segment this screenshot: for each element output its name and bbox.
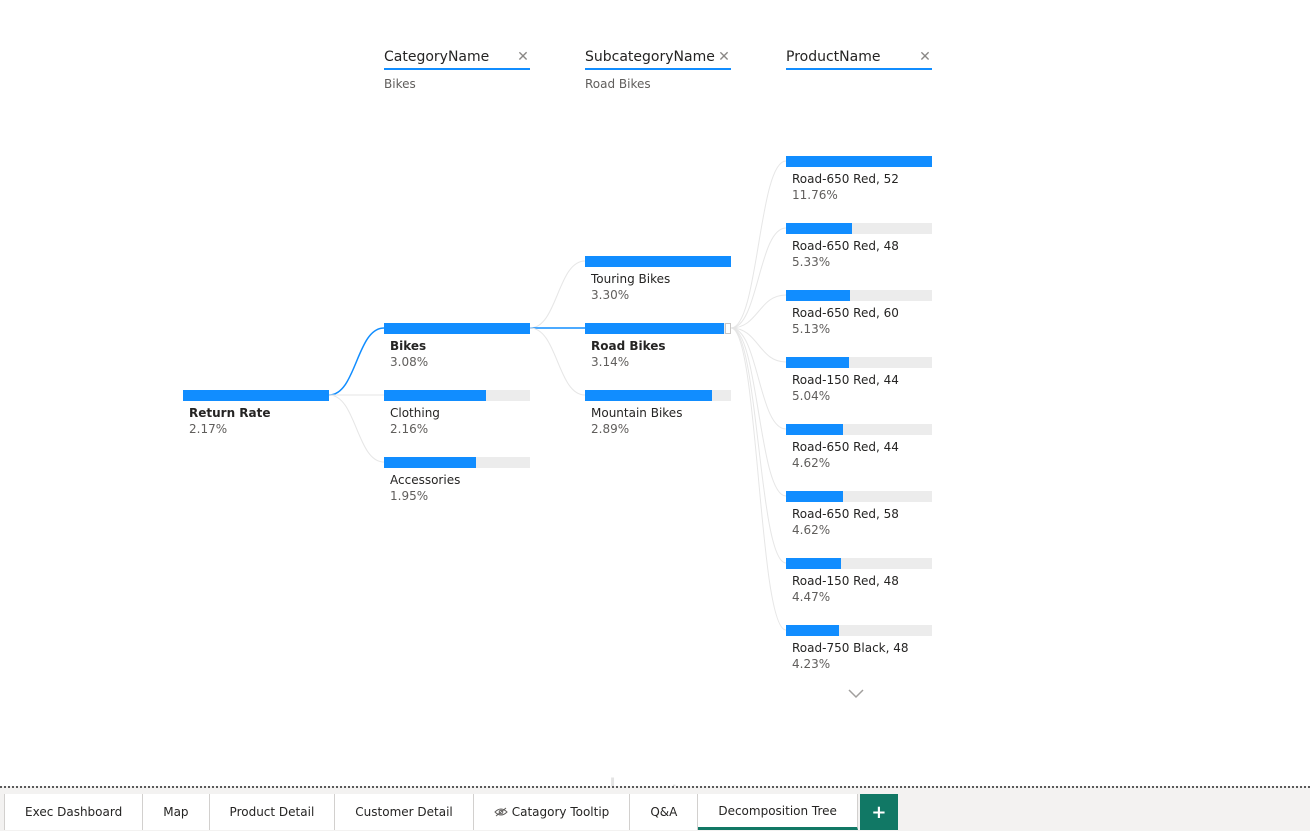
connector — [328, 394, 385, 463]
connector — [730, 327, 787, 564]
bar-fill — [183, 390, 329, 401]
connector — [730, 327, 787, 497]
node-value: 5.13% — [792, 322, 831, 336]
node-value: 4.62% — [792, 523, 831, 537]
node-value: 2.16% — [390, 422, 429, 436]
header-title: SubcategoryName — [585, 49, 715, 65]
node-label: Road-750 Black, 48 — [792, 641, 909, 655]
node-label: Road-650 Red, 52 — [792, 172, 899, 186]
node-value: 5.33% — [792, 255, 831, 269]
bar-fill — [786, 290, 850, 301]
tab-exec-dashboard[interactable]: Exec Dashboard — [4, 794, 144, 830]
header-subcategoryname: SubcategoryName Road Bikes ✕ — [585, 48, 731, 92]
page-tabs: Exec Dashboard Map Product Detail Custom… — [4, 794, 898, 830]
node-label: Road-650 Red, 44 — [792, 440, 899, 454]
tab-map[interactable]: Map — [143, 794, 210, 830]
node-value: 3.14% — [591, 355, 630, 369]
bar-fill — [786, 424, 843, 435]
close-icon[interactable]: ✕ — [918, 50, 932, 64]
bar-fill — [786, 625, 839, 636]
tab-label: Map — [163, 805, 189, 819]
bar-fill — [786, 491, 843, 502]
bar-fill — [384, 457, 476, 468]
node-value: 11.76% — [792, 188, 838, 202]
connector — [730, 327, 787, 363]
close-icon[interactable]: ✕ — [516, 50, 530, 64]
node-label: Road-150 Red, 48 — [792, 574, 899, 588]
node-value: 2.89% — [591, 422, 630, 436]
node-value: 4.47% — [792, 590, 831, 604]
bar-fill — [786, 357, 849, 368]
header-categoryname: CategoryName Bikes ✕ — [384, 48, 530, 92]
header-selected: Bikes — [384, 77, 416, 91]
bar-fill — [384, 390, 486, 401]
add-page-button[interactable]: + — [859, 794, 898, 830]
bar-fill — [786, 223, 852, 234]
header-underline — [585, 68, 731, 70]
node-value: 1.95% — [390, 489, 429, 503]
node-label: Clothing — [390, 406, 440, 420]
header-title: CategoryName — [384, 49, 490, 65]
tab-customer-detail[interactable]: Customer Detail — [335, 794, 474, 830]
node-label: Mountain Bikes — [591, 406, 683, 420]
node-label: Road-650 Red, 48 — [792, 239, 899, 253]
tab-label: Q&A — [650, 805, 678, 819]
node-label: Road-650 Red, 58 — [792, 507, 899, 521]
tab-label: Decomposition Tree — [718, 803, 837, 818]
tab-label: Catagory Tooltip — [511, 805, 610, 819]
bar-fill — [585, 323, 724, 334]
chevron-down-icon[interactable] — [847, 686, 865, 700]
node-label: Return Rate — [189, 406, 271, 420]
expand-handle[interactable] — [725, 323, 731, 334]
node-label: Road Bikes — [591, 339, 666, 353]
tab-catagory-tooltip[interactable]: Catagory Tooltip — [473, 794, 631, 830]
header-title: ProductName — [786, 49, 881, 65]
tab-decomposition-tree[interactable]: Decomposition Tree — [698, 794, 858, 830]
active-connector — [328, 327, 385, 396]
node-label: Road-150 Red, 44 — [792, 373, 899, 387]
decomposition-tree-visual: CategoryName Bikes ✕ SubcategoryName Roa… — [0, 0, 1310, 790]
connector — [730, 160, 787, 329]
header-selected — [786, 76, 932, 92]
node-value: 3.30% — [591, 288, 630, 302]
header-underline — [786, 68, 932, 70]
tab-label: Customer Detail — [355, 805, 453, 819]
connector — [529, 327, 586, 396]
node-value: 4.23% — [792, 657, 831, 671]
node-value: 5.04% — [792, 389, 831, 403]
connector — [730, 327, 787, 631]
header-productname: ProductName ✕ — [786, 48, 932, 92]
header-selected: Road Bikes — [585, 77, 651, 91]
close-icon[interactable]: ✕ — [717, 50, 731, 64]
connector — [730, 327, 787, 430]
hidden-eye-icon — [494, 807, 508, 817]
tab-label: Product Detail — [229, 805, 315, 819]
bar-fill — [384, 323, 530, 334]
bar-fill — [585, 390, 712, 401]
node-label: Bikes — [390, 339, 427, 353]
node-value: 2.17% — [189, 422, 228, 436]
bar-fill — [786, 156, 932, 167]
bar-fill — [786, 558, 841, 569]
node-value: 3.08% — [390, 355, 429, 369]
node-label: Road-650 Red, 60 — [792, 306, 899, 320]
page-tab-bar: Exec Dashboard Map Product Detail Custom… — [0, 786, 1310, 831]
connector — [529, 260, 586, 329]
tab-label: Exec Dashboard — [25, 805, 123, 819]
bar-fill — [585, 256, 731, 267]
node-label: Touring Bikes — [591, 272, 671, 286]
tab-qa[interactable]: Q&A — [630, 794, 699, 830]
node-label: Accessories — [390, 473, 461, 487]
connector — [730, 227, 787, 329]
header-underline — [384, 68, 530, 70]
connector — [730, 294, 787, 329]
node-value: 4.62% — [792, 456, 831, 470]
tab-product-detail[interactable]: Product Detail — [209, 794, 336, 830]
